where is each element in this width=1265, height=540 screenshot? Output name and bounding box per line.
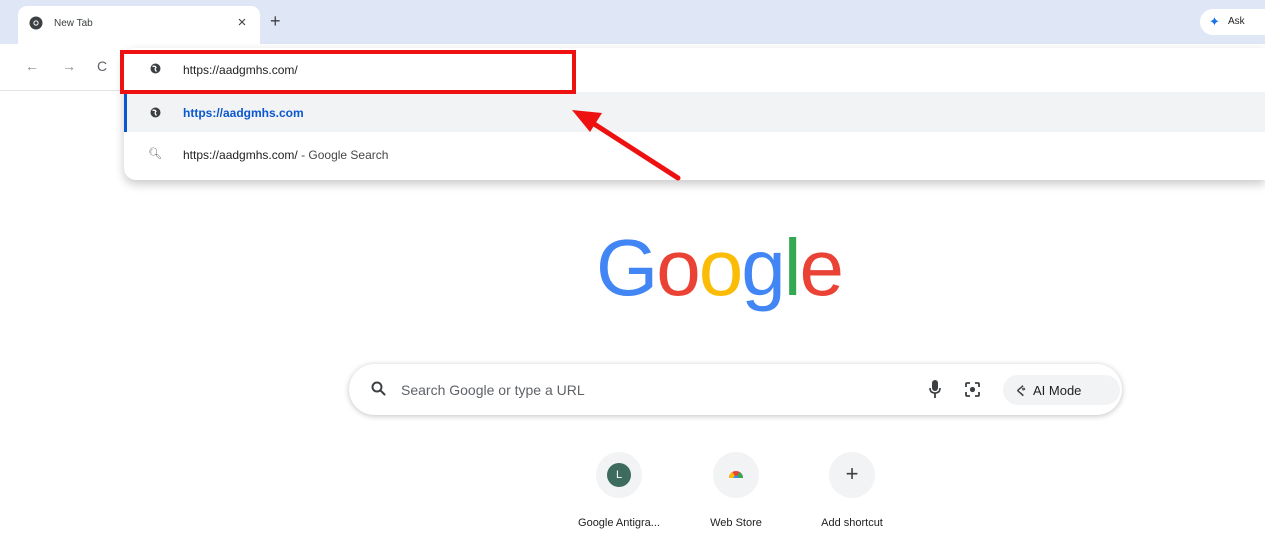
shortcut-google-antigravity[interactable]: L Google Antigra...	[564, 452, 674, 538]
lens-icon[interactable]	[964, 381, 981, 398]
forward-icon[interactable]: →	[62, 59, 76, 73]
search-icon	[371, 381, 386, 396]
annotation-highlight-box	[120, 50, 576, 94]
tab-strip: New Tab × + ✦ Ask	[0, 0, 1265, 44]
search-icon: 🔍︎	[148, 148, 162, 160]
logo-letter-l: l	[783, 223, 802, 312]
tab-title: New Tab	[54, 18, 93, 29]
tab-new-tab[interactable]: New Tab ×	[18, 6, 260, 44]
plus-icon: +	[845, 461, 859, 486]
shortcut-label: Add shortcut	[821, 517, 883, 529]
shortcut-label: Google Antigra...	[578, 517, 660, 529]
search-placeholder: Search Google or type a URL	[401, 382, 585, 398]
reload-icon[interactable]: C	[97, 59, 107, 73]
logo-letter-o1: o	[656, 223, 700, 312]
logo-letter-o2: o	[698, 223, 743, 312]
avatar: L	[607, 463, 631, 487]
google-logo: Google	[596, 222, 844, 314]
shortcut-tile: +	[829, 452, 875, 498]
ai-mode-label: AI Mode	[1033, 383, 1082, 398]
ask-label: Ask	[1228, 16, 1245, 27]
shortcut-label: Web Store	[710, 517, 762, 529]
ask-gemini-button[interactable]: ✦ Ask	[1200, 9, 1265, 35]
new-tab-button[interactable]: +	[270, 12, 281, 30]
web-store-icon	[729, 471, 743, 481]
logo-letter-g: G	[596, 223, 658, 312]
logo-letter-g2: g	[741, 223, 785, 312]
suggestion-url-text: https://aadgmhs.com	[183, 106, 304, 120]
ai-mode-icon: ぐ	[1015, 384, 1028, 398]
shortcut-tile: L	[596, 452, 642, 498]
ai-mode-button[interactable]: ぐ AI Mode	[1003, 375, 1120, 405]
chrome-favicon-icon	[29, 16, 43, 30]
close-tab-icon[interactable]: ×	[235, 15, 249, 31]
shortcut-web-store[interactable]: Web Store	[681, 452, 791, 538]
search-box[interactable]: Search Google or type a URL ぐ AI Mode	[349, 364, 1122, 415]
logo-letter-e: e	[799, 223, 844, 312]
annotation-arrow-icon	[572, 110, 681, 181]
shortcut-tile	[713, 452, 759, 498]
suggestion-search-text: https://aadgmhs.com/ - Google Search	[183, 148, 389, 162]
back-icon[interactable]: ←	[25, 59, 39, 73]
microphone-icon[interactable]	[929, 380, 941, 399]
sparkle-icon: ✦	[1209, 14, 1220, 29]
add-shortcut-button[interactable]: + Add shortcut	[797, 452, 907, 538]
globe-icon	[150, 107, 161, 118]
